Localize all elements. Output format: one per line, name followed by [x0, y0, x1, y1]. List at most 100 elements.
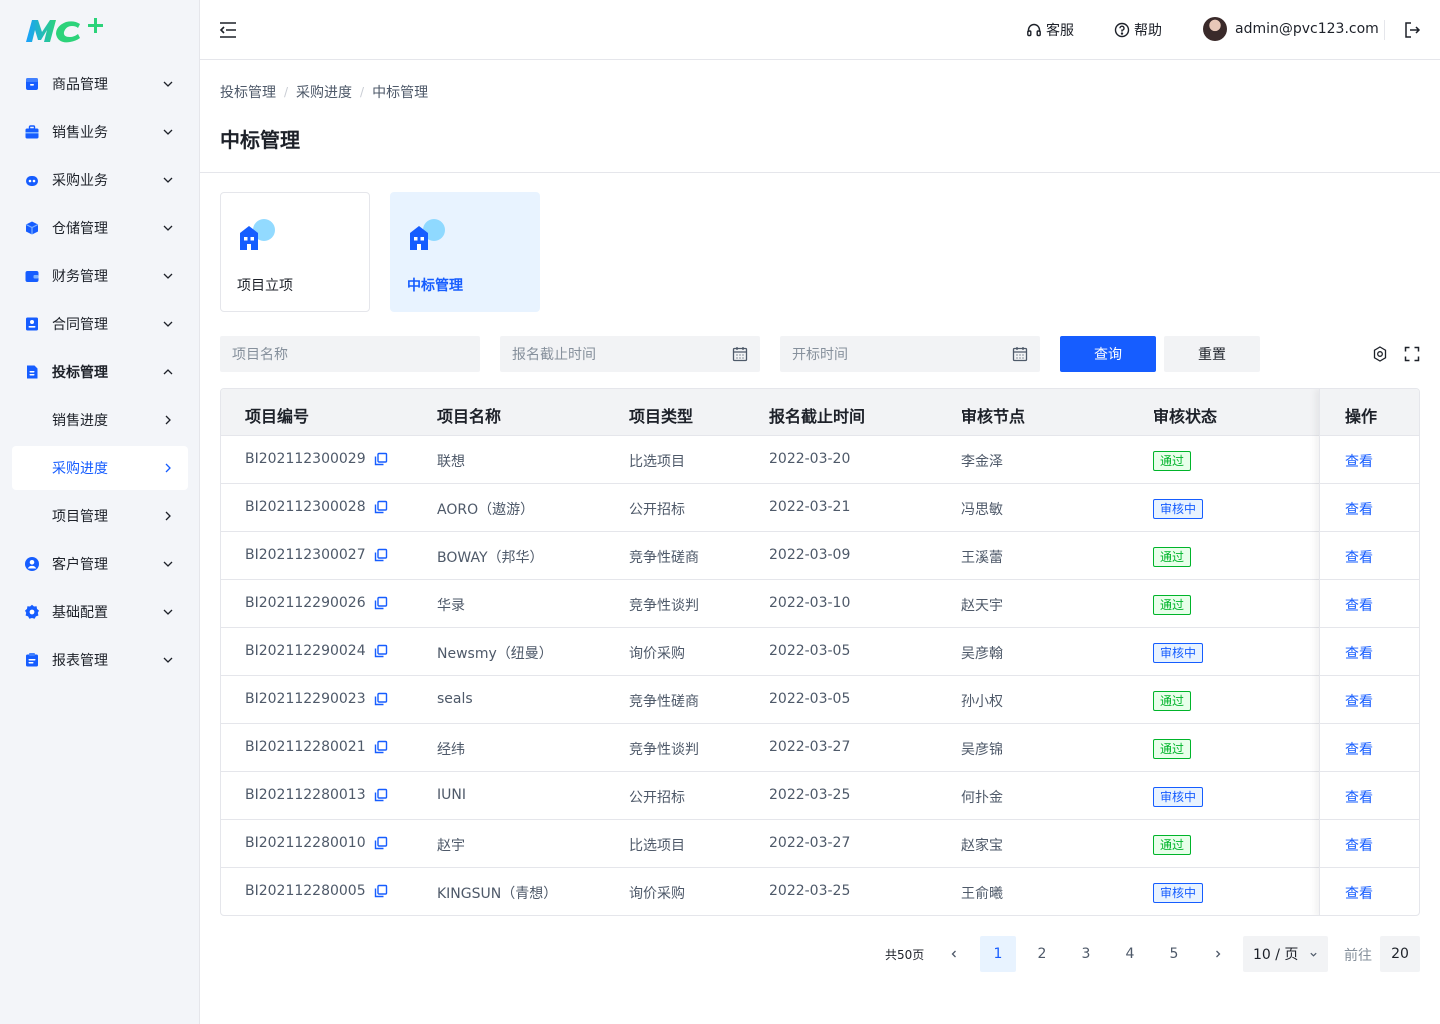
view-link[interactable]: 查看: [1345, 883, 1373, 903]
chevron-right-icon: [165, 415, 171, 425]
query-button[interactable]: 查询: [1060, 336, 1156, 372]
project-code: BI202112300029: [245, 451, 366, 467]
copy-icon[interactable]: [374, 452, 388, 466]
column-header: 审核节点: [961, 407, 1026, 426]
project-code: BI202112290023: [245, 691, 366, 707]
chevron-down-icon: [163, 225, 173, 231]
title-divider: [200, 172, 1440, 173]
view-link[interactable]: 查看: [1345, 547, 1373, 567]
calendar-icon: [1012, 347, 1028, 362]
sidebar-item[interactable]: 项目管理: [12, 494, 188, 538]
project-name-cell: Newsmy（纽曼）: [437, 646, 553, 662]
chevron-down-icon: [163, 321, 173, 327]
view-link[interactable]: 查看: [1345, 499, 1373, 519]
project-code-cell: BI202112290023: [245, 691, 388, 707]
project-name-cell: seals: [437, 691, 473, 707]
view-link[interactable]: 查看: [1345, 835, 1373, 855]
card-project-setup[interactable]: 项目立项: [220, 192, 370, 312]
sidebar-item[interactable]: 基础配置: [12, 590, 188, 634]
card-bid-award[interactable]: 中标管理: [390, 192, 540, 312]
table-row: BI202112300027 BOWAY（邦华） 竞争性磋商 2022-03-09 王溪…: [221, 532, 1419, 580]
sidebar-item[interactable]: 客户管理: [12, 542, 188, 586]
copy-icon[interactable]: [374, 548, 388, 562]
mc-logo[interactable]: [24, 16, 106, 44]
page-number-button[interactable]: 4: [1112, 936, 1148, 972]
copy-icon[interactable]: [374, 740, 388, 754]
table-row: BI202112280021 经纬 竞争性谈判 2022-03-27 吴彦锦 通过 查看: [221, 724, 1419, 772]
sidebar-item[interactable]: 采购进度: [12, 446, 188, 490]
sidebar-item-label: 财务管理: [52, 269, 108, 285]
breadcrumb-item[interactable]: 投标管理: [220, 82, 276, 102]
project-type-cell: 竞争性磋商: [629, 694, 699, 710]
bid-open-time-picker[interactable]: 开标时间: [780, 336, 1040, 372]
breadcrumb-separator: /: [360, 85, 365, 99]
project-code-cell: BI202112290024: [245, 643, 388, 659]
sidebar-item[interactable]: 财务管理: [12, 254, 188, 298]
page-size-value: 10 / 页: [1253, 947, 1299, 963]
chevron-down-icon: [163, 561, 173, 567]
prev-page-button[interactable]: [936, 936, 972, 972]
page-number-button[interactable]: 3: [1068, 936, 1104, 972]
project-name-input[interactable]: 项目名称: [220, 336, 480, 372]
status-badge: 通过: [1153, 691, 1192, 711]
project-name-cell: 联想: [437, 454, 465, 470]
project-code-cell: BI202112300027: [245, 547, 388, 563]
sidebar-item[interactable]: 合同管理: [12, 302, 188, 346]
settings-icon[interactable]: [1372, 346, 1388, 362]
help-link[interactable]: 帮助: [1114, 19, 1162, 41]
box-icon: [26, 78, 38, 90]
copy-icon[interactable]: [374, 788, 388, 802]
copy-icon[interactable]: [374, 644, 388, 658]
sidebar-item[interactable]: 商品管理: [12, 62, 188, 106]
fullscreen-icon[interactable]: [1404, 346, 1420, 362]
page-size-select[interactable]: 10 / 页: [1243, 936, 1328, 972]
copy-icon[interactable]: [374, 692, 388, 706]
user-menu[interactable]: admin@pvc123.com: [1203, 17, 1379, 41]
reset-button[interactable]: 重置: [1164, 336, 1260, 372]
project-name-cell: AORO（遨游）: [437, 502, 535, 518]
page-title: 中标管理: [220, 128, 300, 152]
view-link[interactable]: 查看: [1345, 739, 1373, 759]
bid-table: 项目编号 项目名称 项目类型 报名截止时间 审核节点 审核状态 操作 BI202…: [220, 388, 1420, 916]
sidebar-item[interactable]: 仓储管理: [12, 206, 188, 250]
column-header: 项目类型: [629, 407, 694, 426]
next-page-button[interactable]: [1200, 936, 1236, 972]
view-link[interactable]: 查看: [1345, 595, 1373, 615]
page-number-button[interactable]: 1: [980, 936, 1016, 972]
view-link[interactable]: 查看: [1345, 451, 1373, 471]
customer-service-link[interactable]: 客服: [1026, 19, 1074, 41]
sidebar-item-label: 客户管理: [52, 557, 108, 573]
briefcase-icon: [25, 125, 39, 139]
project-type-cell: 竞争性磋商: [629, 550, 699, 566]
sidebar-item[interactable]: 销售进度: [12, 398, 188, 442]
user-circle-icon: [25, 557, 39, 571]
view-link[interactable]: 查看: [1345, 787, 1373, 807]
goto-page-input[interactable]: 20: [1380, 936, 1420, 972]
wallet-icon: [25, 271, 39, 282]
deadline-cell: 2022-03-05: [769, 691, 851, 707]
sidebar-item[interactable]: 投标管理: [12, 350, 188, 394]
page-number-button[interactable]: 2: [1024, 936, 1060, 972]
deadline-cell: 2022-03-05: [769, 643, 851, 659]
breadcrumb-item[interactable]: 采购进度: [296, 82, 352, 102]
project-type-cell: 公开招标: [629, 790, 685, 806]
copy-icon[interactable]: [374, 884, 388, 898]
copy-icon[interactable]: [374, 836, 388, 850]
menu-fold-icon[interactable]: [219, 21, 237, 39]
customer-service-label: 客服: [1046, 23, 1074, 39]
calendar-icon: [732, 347, 748, 362]
review-node-cell: 吴彦锦: [961, 742, 1003, 758]
copy-icon[interactable]: [374, 500, 388, 514]
sidebar-item[interactable]: 采购业务: [12, 158, 188, 202]
sidebar-item[interactable]: 报表管理: [12, 638, 188, 682]
view-link[interactable]: 查看: [1345, 643, 1373, 663]
logout-icon[interactable]: [1403, 21, 1421, 39]
copy-icon[interactable]: [374, 596, 388, 610]
page-number-button[interactable]: 5: [1156, 936, 1192, 972]
review-node-cell: 李金泽: [961, 454, 1003, 470]
sidebar-item[interactable]: 销售业务: [12, 110, 188, 154]
project-name-cell: 华录: [437, 598, 465, 614]
signup-deadline-picker[interactable]: 报名截止时间: [500, 336, 760, 372]
project-name-cell: BOWAY（邦华）: [437, 550, 544, 566]
view-link[interactable]: 查看: [1345, 691, 1373, 711]
